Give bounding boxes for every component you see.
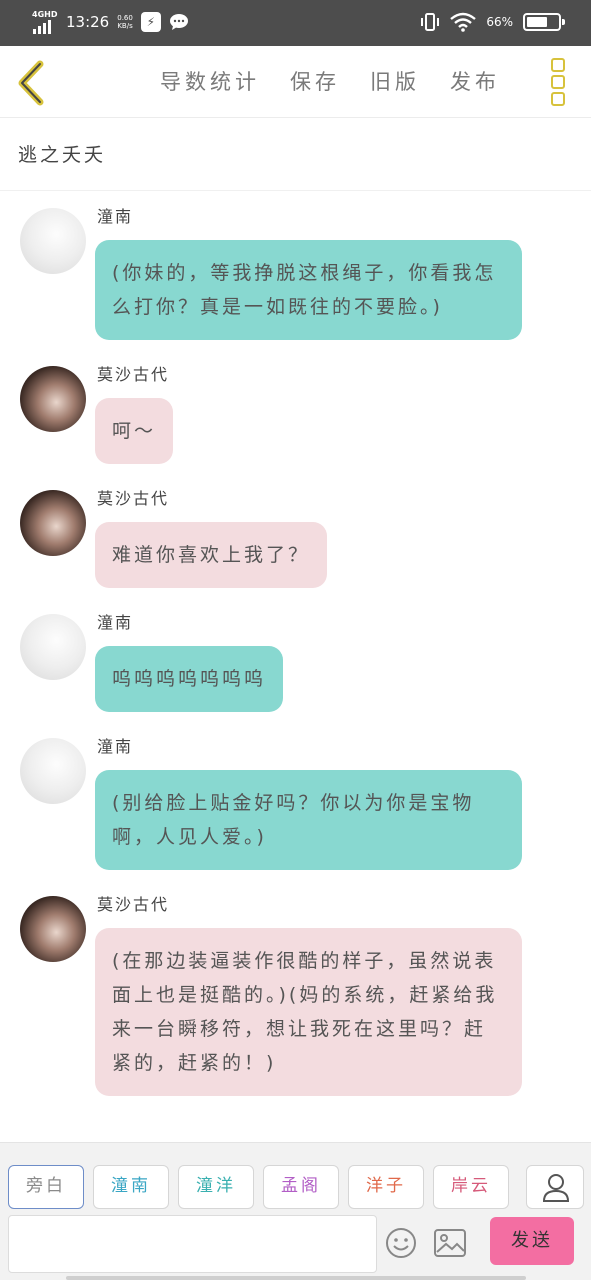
lightning-app-icon: ⚡	[140, 12, 161, 32]
message-bubble[interactable]: 呵～	[95, 398, 174, 464]
menu-publish[interactable]: 发布	[450, 66, 500, 96]
message-item: 潼南 (你妹的，等我挣脱这根绳子，你看我怎么打你？真是一如既往的不要脸。)	[0, 204, 591, 340]
speed-unit: KB/s	[117, 22, 133, 30]
send-button[interactable]: 发送	[490, 1217, 574, 1265]
chevron-left-icon[interactable]	[14, 60, 50, 106]
divider	[0, 190, 591, 191]
role-chip[interactable]: 孟阁	[263, 1165, 339, 1209]
avatar[interactable]	[20, 614, 86, 680]
message-input[interactable]	[8, 1215, 377, 1273]
menu-old-version[interactable]: 旧版	[370, 66, 420, 96]
avatar[interactable]	[20, 738, 86, 804]
person-icon[interactable]	[526, 1165, 584, 1209]
battery-icon	[523, 13, 565, 31]
message-item: 莫沙古代 (在那边装逼装作很酷的样子，虽然说表面上也是挺酷的。)(妈的系统，赶紧…	[0, 892, 591, 1096]
top-menu: 导数统计 保存 旧版 发布	[160, 66, 500, 96]
message-bubble[interactable]: (别给脸上贴金好吗？你以为你是宝物啊，人见人爱。)	[95, 770, 522, 870]
avatar[interactable]	[20, 490, 86, 556]
message-bubble[interactable]: (在那边装逼装作很酷的样子，虽然说表面上也是挺酷的。)(妈的系统，赶紧给我来一台…	[95, 928, 522, 1096]
signal-icon: 4GHD	[32, 10, 58, 34]
vibrate-icon	[421, 13, 440, 31]
sender-name: 莫沙古代	[97, 489, 170, 508]
avatar[interactable]	[20, 896, 86, 962]
message-item: 莫沙古代 呵～	[0, 362, 591, 464]
input-area: 旁白 潼南 潼洋 孟阁 洋子 岸云 发送	[0, 1142, 591, 1280]
message-item: 潼南 呜呜呜呜呜呜呜	[0, 610, 591, 712]
more-vertical-icon[interactable]	[551, 58, 565, 106]
network-speed: 0.60 KB/s	[117, 14, 133, 30]
role-chip[interactable]: 潼南	[93, 1165, 169, 1209]
sender-name: 潼南	[97, 207, 134, 226]
message-item: 莫沙古代 难道你喜欢上我了？	[0, 486, 591, 588]
sender-name: 莫沙古代	[97, 365, 170, 384]
message-item: 潼南 (别给脸上贴金好吗？你以为你是宝物啊，人见人爱。)	[0, 734, 591, 870]
speed-value: 0.60	[117, 14, 133, 22]
message-bubble[interactable]: (你妹的，等我挣脱这根绳子，你看我怎么打你？真是一如既往的不要脸。)	[95, 240, 522, 340]
sender-name: 潼南	[97, 613, 134, 632]
story-title: 逃之夭夭	[18, 144, 107, 166]
status-bar: 4GHD 13:26 0.60 KB/s ⚡ 66%	[0, 0, 591, 46]
role-chip[interactable]: 潼洋	[178, 1165, 254, 1209]
clock: 13:26	[66, 13, 110, 31]
message-bubble[interactable]: 难道你喜欢上我了？	[95, 522, 328, 588]
scroll-indicator	[66, 1276, 526, 1280]
network-type: 4GHD	[32, 10, 58, 19]
emoji-icon[interactable]	[385, 1227, 417, 1259]
sender-name: 潼南	[97, 737, 134, 756]
menu-stats[interactable]: 导数统计	[160, 66, 260, 96]
top-bar: 导数统计 保存 旧版 发布	[0, 46, 591, 118]
sender-name: 莫沙古代	[97, 895, 170, 914]
role-chip[interactable]: 岸云	[433, 1165, 509, 1209]
role-chip[interactable]: 洋子	[348, 1165, 424, 1209]
wifi-icon	[450, 12, 477, 32]
role-chip-narrator[interactable]: 旁白	[8, 1165, 84, 1209]
message-list[interactable]: 潼南 (你妹的，等我挣脱这根绳子，你看我怎么打你？真是一如既往的不要脸。) 莫沙…	[0, 192, 591, 1142]
battery-percent: 66%	[486, 15, 513, 29]
role-selector: 旁白 潼南 潼洋 孟阁 洋子 岸云	[8, 1165, 518, 1209]
avatar[interactable]	[20, 208, 86, 274]
menu-save[interactable]: 保存	[290, 66, 340, 96]
image-icon[interactable]	[433, 1228, 467, 1258]
avatar[interactable]	[20, 366, 86, 432]
message-bubble[interactable]: 呜呜呜呜呜呜呜	[95, 646, 284, 712]
chat-bubble-icon	[169, 14, 188, 30]
